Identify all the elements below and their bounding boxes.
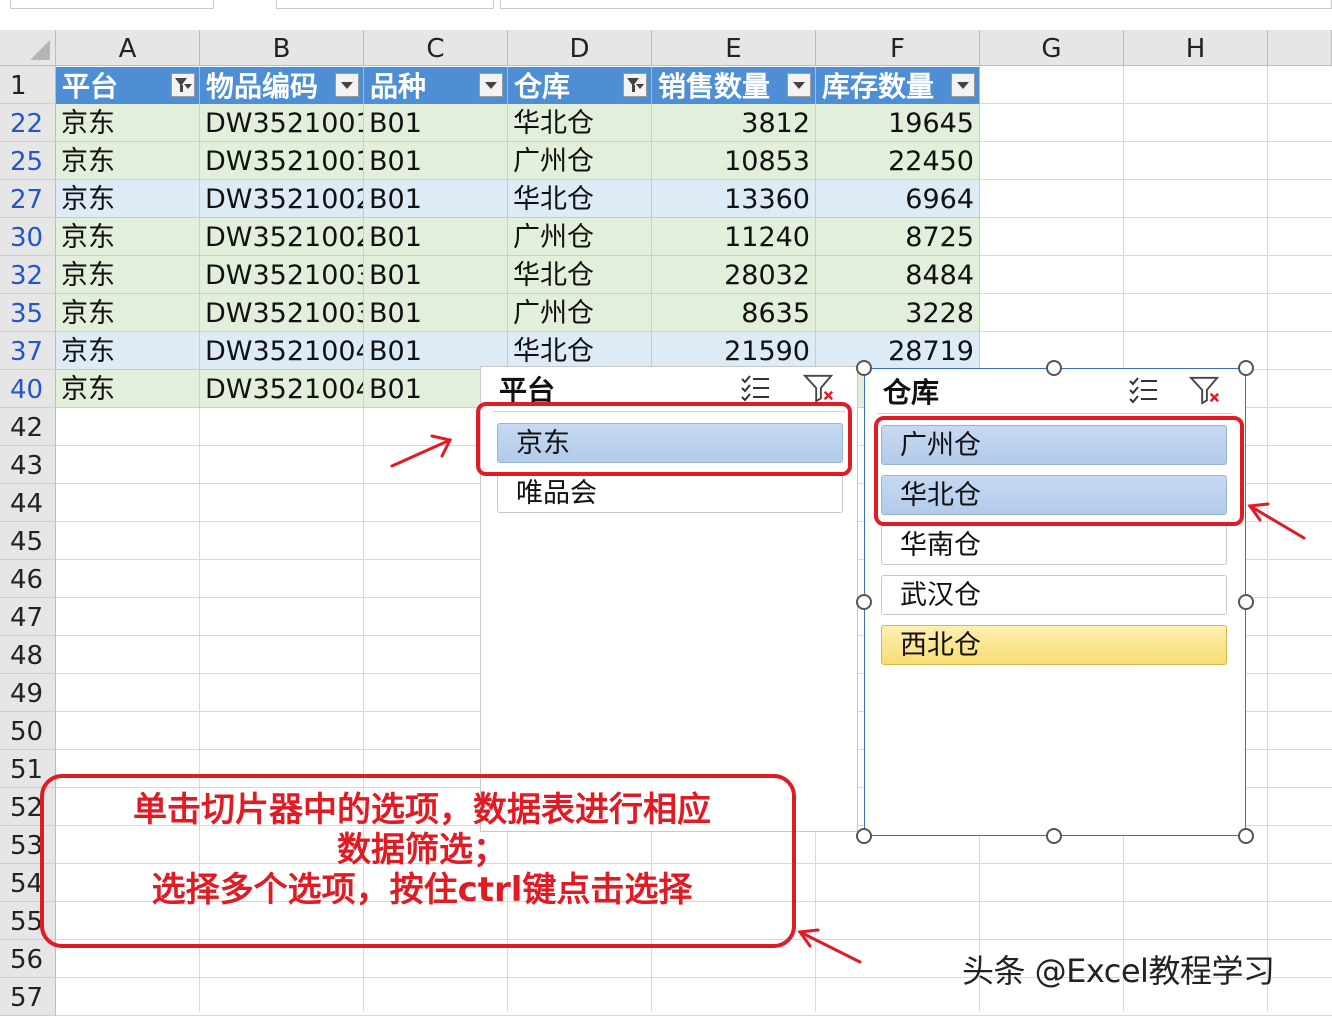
- arrow-to-platform-slicer: [390, 438, 452, 468]
- watermark: 头条 @Excel教程学习: [962, 952, 1275, 990]
- arrow-to-warehouse-slicer: [1248, 504, 1306, 540]
- annotation-arrows: [390, 434, 1306, 964]
- spreadsheet: ABCDEFGH 1 22 25 27 30 32 35 37 40 42 43 44 45 46 47 48…: [0, 0, 1332, 1016]
- grid-line: [56, 1015, 1332, 1016]
